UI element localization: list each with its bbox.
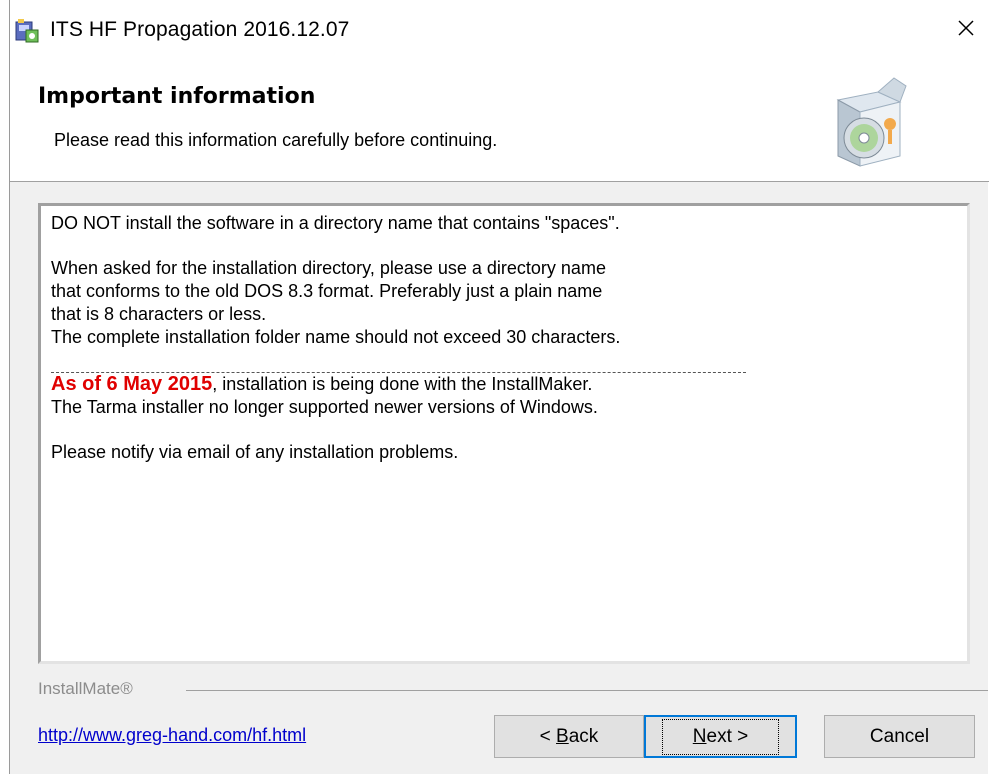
- back-label-prefix: <: [539, 725, 557, 747]
- info-line: Please notify via email of any installat…: [51, 442, 459, 462]
- next-label-rest: ext >: [706, 725, 749, 747]
- close-icon: [956, 18, 976, 43]
- installer-app-icon: [14, 18, 40, 44]
- title-bar: ITS HF Propagation 2016.12.07: [10, 0, 989, 62]
- next-focus-rect: Next >: [661, 718, 780, 755]
- info-line: DO NOT install the software in a directo…: [51, 213, 620, 233]
- information-text-box[interactable]: DO NOT install the software in a directo…: [38, 203, 970, 664]
- back-button[interactable]: < Back: [494, 715, 644, 758]
- page-title: Important information: [38, 84, 316, 109]
- info-line: that is 8 characters or less.: [51, 304, 267, 324]
- brand-row: InstallMate®: [38, 679, 988, 703]
- next-label-accel: N: [692, 725, 707, 747]
- page-header: Important information Please read this i…: [10, 62, 989, 182]
- page-subtitle: Please read this information carefully b…: [54, 130, 498, 150]
- close-button[interactable]: [943, 10, 989, 50]
- window-title: ITS HF Propagation 2016.12.07: [50, 18, 350, 41]
- info-line-rest: , installation is being done with the In…: [212, 374, 593, 394]
- back-label-rest: ack: [568, 725, 599, 747]
- next-button[interactable]: Next >: [644, 715, 797, 758]
- info-line: The Tarma installer no longer supported …: [51, 397, 598, 417]
- website-link[interactable]: http://www.greg-hand.com/hf.html: [38, 725, 306, 746]
- info-line: When asked for the installation director…: [51, 258, 606, 278]
- brand-label: InstallMate®: [38, 679, 133, 698]
- info-line: The complete installation folder name sh…: [51, 327, 621, 347]
- date-highlight: As of 6 May 2015: [51, 373, 213, 395]
- back-label-accel: B: [556, 725, 569, 747]
- info-line-highlighted: As of 6 May 2015, installation is being …: [51, 373, 957, 396]
- cancel-button[interactable]: Cancel: [824, 715, 975, 758]
- installer-window: ITS HF Propagation 2016.12.07 Important …: [9, 0, 989, 774]
- brand-divider: [186, 690, 988, 691]
- info-line: that conforms to the old DOS 8.3 format.…: [51, 281, 603, 301]
- software-box-cd-icon: [828, 70, 908, 170]
